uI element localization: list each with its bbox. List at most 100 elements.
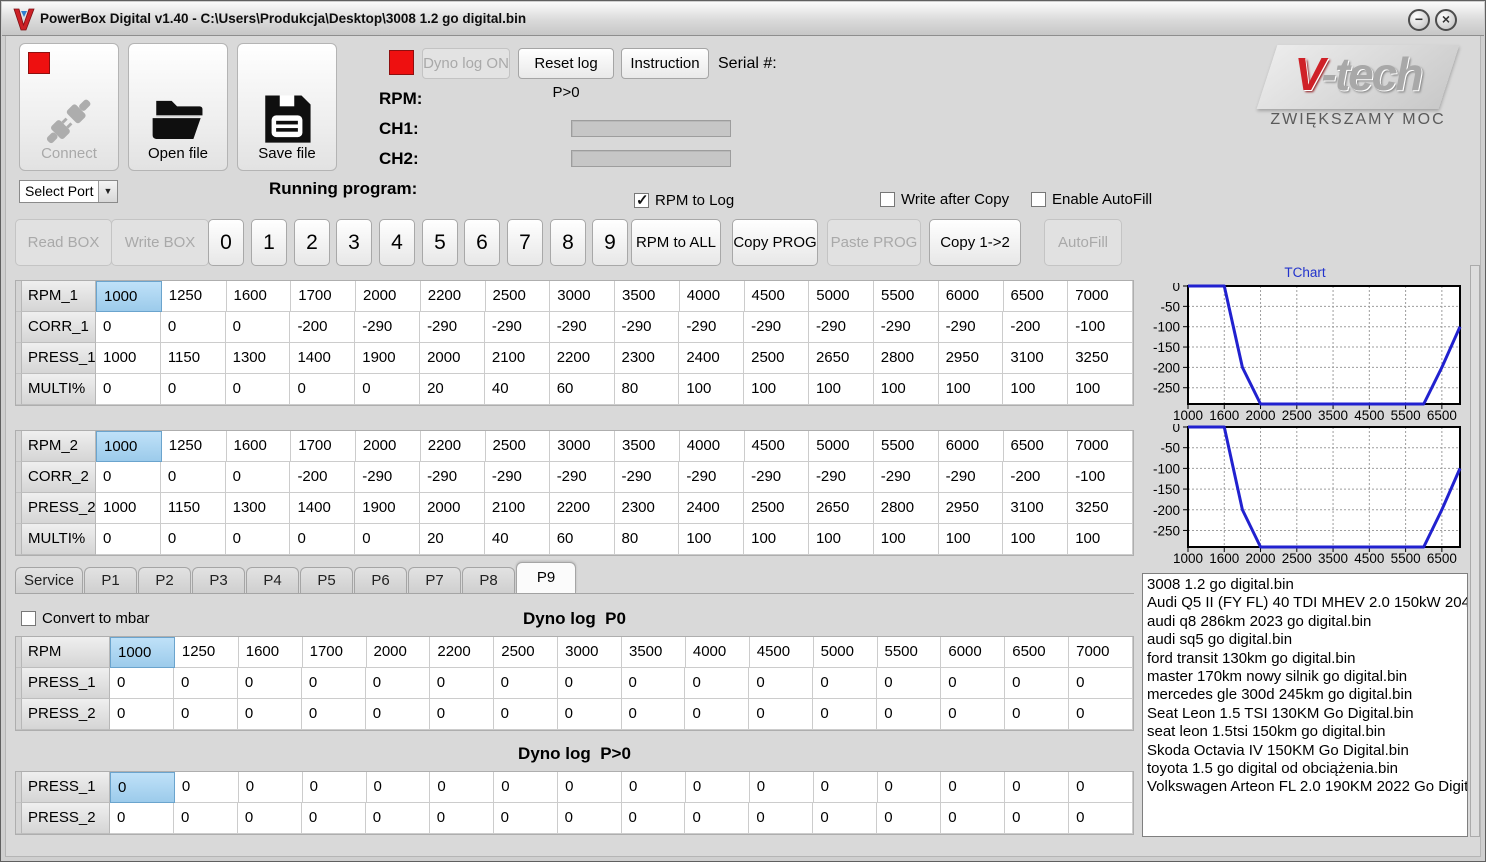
table-cell[interactable]: 2800 — [873, 343, 939, 374]
table-cell[interactable]: 0 — [365, 668, 430, 699]
table-cell[interactable]: 2650 — [808, 493, 874, 524]
tab-p8[interactable]: P8 — [462, 567, 516, 593]
table-cell[interactable]: 5000 — [813, 637, 878, 668]
table-cell[interactable]: 1000 — [96, 281, 162, 312]
table-cell[interactable]: 0 — [621, 803, 686, 834]
table-cell[interactable]: 2500 — [494, 637, 559, 668]
table-cell[interactable]: 0 — [558, 772, 622, 803]
program-4-button[interactable]: 4 — [379, 219, 415, 266]
table-cell[interactable]: 3500 — [622, 637, 686, 668]
table-cell[interactable]: 0 — [366, 772, 431, 803]
tab-p1[interactable]: P1 — [84, 567, 138, 593]
table-cell[interactable]: 0 — [301, 668, 366, 699]
table-cell[interactable]: 1000 — [96, 343, 161, 374]
table-cell[interactable]: 0 — [685, 668, 750, 699]
table-cell[interactable]: -290 — [679, 462, 745, 493]
table-cell[interactable]: 6000 — [938, 281, 1004, 312]
minimize-button[interactable]: − — [1408, 9, 1430, 31]
table-cell[interactable]: 3000 — [550, 281, 615, 312]
table-cell[interactable]: 100 — [1068, 524, 1133, 555]
table-cell[interactable]: 1000 — [96, 431, 162, 462]
table-cell[interactable]: -290 — [484, 312, 550, 343]
tab-p4[interactable]: P4 — [246, 567, 300, 593]
table-cell[interactable]: 0 — [301, 803, 366, 834]
table-cell[interactable]: 100 — [808, 374, 874, 405]
list-item[interactable]: Volkswagen Arteon FL 2.0 190KM 2022 Go D… — [1147, 778, 1467, 796]
table-cell[interactable]: 0 — [225, 312, 291, 343]
table-cell[interactable]: 6000 — [938, 431, 1004, 462]
table-cell[interactable]: 0 — [173, 668, 238, 699]
table-cell[interactable]: 0 — [429, 668, 494, 699]
table-cell[interactable]: -290 — [614, 312, 680, 343]
table-cell[interactable]: 2400 — [679, 343, 745, 374]
table-cell[interactable]: 0 — [225, 462, 291, 493]
table-cell[interactable]: 0 — [493, 668, 558, 699]
table-cell[interactable]: 0 — [494, 772, 559, 803]
table-cell[interactable]: 0 — [355, 524, 421, 555]
tab-p6[interactable]: P6 — [354, 567, 408, 593]
table-cell[interactable]: 5500 — [874, 431, 939, 462]
table-cell[interactable]: 0 — [110, 772, 175, 803]
copy-prog-button[interactable]: Copy PROG — [732, 219, 818, 266]
table-cell[interactable]: 2000 — [356, 281, 421, 312]
table-cell[interactable]: 1400 — [290, 343, 356, 374]
table-cell[interactable]: 0 — [301, 699, 366, 730]
close-button[interactable]: × — [1435, 9, 1457, 31]
panel-scrollbar[interactable] — [1470, 265, 1480, 837]
table-cell[interactable]: 100 — [1003, 374, 1069, 405]
table-cell[interactable]: 100 — [873, 374, 939, 405]
table-cell[interactable]: 100 — [808, 524, 874, 555]
table-cell[interactable]: 0 — [290, 524, 356, 555]
reset-log-button[interactable]: Reset log P>0 — [518, 48, 614, 101]
table-cell[interactable]: 0 — [685, 803, 750, 834]
table-cell[interactable]: 1400 — [290, 493, 356, 524]
copy-1-to-2-button[interactable]: Copy 1->2 — [929, 219, 1021, 266]
tab-p9[interactable]: P9 — [516, 562, 577, 593]
table-cell[interactable]: 20 — [420, 374, 485, 405]
table-cell[interactable]: 4000 — [679, 281, 745, 312]
table-cell[interactable]: 3000 — [558, 637, 622, 668]
table-cell[interactable]: 2000 — [420, 493, 485, 524]
table-cell[interactable]: -290 — [938, 312, 1004, 343]
table-cell[interactable]: 0 — [1005, 803, 1070, 834]
table-cell[interactable]: 0 — [429, 699, 494, 730]
table-cell[interactable]: 2000 — [420, 343, 485, 374]
table-cell[interactable]: 0 — [749, 668, 814, 699]
table-cell[interactable]: 2100 — [484, 493, 550, 524]
table-cell[interactable]: 0 — [813, 699, 878, 730]
table-cell[interactable]: -290 — [873, 462, 939, 493]
table-cell[interactable]: 2000 — [366, 637, 431, 668]
table-cell[interactable]: -290 — [744, 462, 809, 493]
table-cell[interactable]: 100 — [744, 524, 809, 555]
table-cell[interactable]: 0 — [110, 803, 174, 834]
table-cell[interactable]: 2650 — [808, 343, 874, 374]
table-cell[interactable]: 0 — [877, 668, 942, 699]
table-cell[interactable]: 0 — [96, 374, 161, 405]
table-cell[interactable]: 0 — [430, 772, 495, 803]
table-cell[interactable]: 6000 — [941, 637, 1006, 668]
table-cell[interactable]: 0 — [110, 668, 174, 699]
table-cell[interactable]: 0 — [749, 772, 814, 803]
table-cell[interactable]: 1700 — [291, 431, 356, 462]
table-cell[interactable]: 1300 — [225, 493, 291, 524]
table-cell[interactable]: 0 — [174, 772, 239, 803]
table-cell[interactable]: 2200 — [420, 281, 486, 312]
table-cell[interactable]: 1150 — [160, 493, 226, 524]
table-cell[interactable]: 0 — [941, 668, 1006, 699]
table-cell[interactable]: -290 — [614, 462, 680, 493]
table-cell[interactable]: -290 — [355, 312, 421, 343]
write-box-button[interactable]: Write BOX — [111, 219, 209, 266]
table-cell[interactable]: 2300 — [614, 343, 680, 374]
list-item[interactable]: Seat Leon 1.5 TSI 130KM Go Digital.bin — [1147, 705, 1467, 723]
table-cell[interactable]: 0 — [1069, 699, 1133, 730]
table-cell[interactable]: -100 — [1068, 312, 1133, 343]
table-cell[interactable]: 1600 — [238, 637, 303, 668]
table-cell[interactable]: 40 — [484, 524, 550, 555]
table-cell[interactable]: -290 — [873, 312, 939, 343]
table-cell[interactable]: 1150 — [160, 343, 226, 374]
table-cell[interactable]: 2950 — [938, 343, 1004, 374]
table-cell[interactable]: -290 — [549, 462, 615, 493]
table-cell[interactable]: 4500 — [744, 431, 810, 462]
table-cell[interactable]: 0 — [160, 312, 226, 343]
list-item[interactable]: Audi Q5 II (FY FL) 40 TDI MHEV 2.0 150kW… — [1147, 594, 1467, 612]
